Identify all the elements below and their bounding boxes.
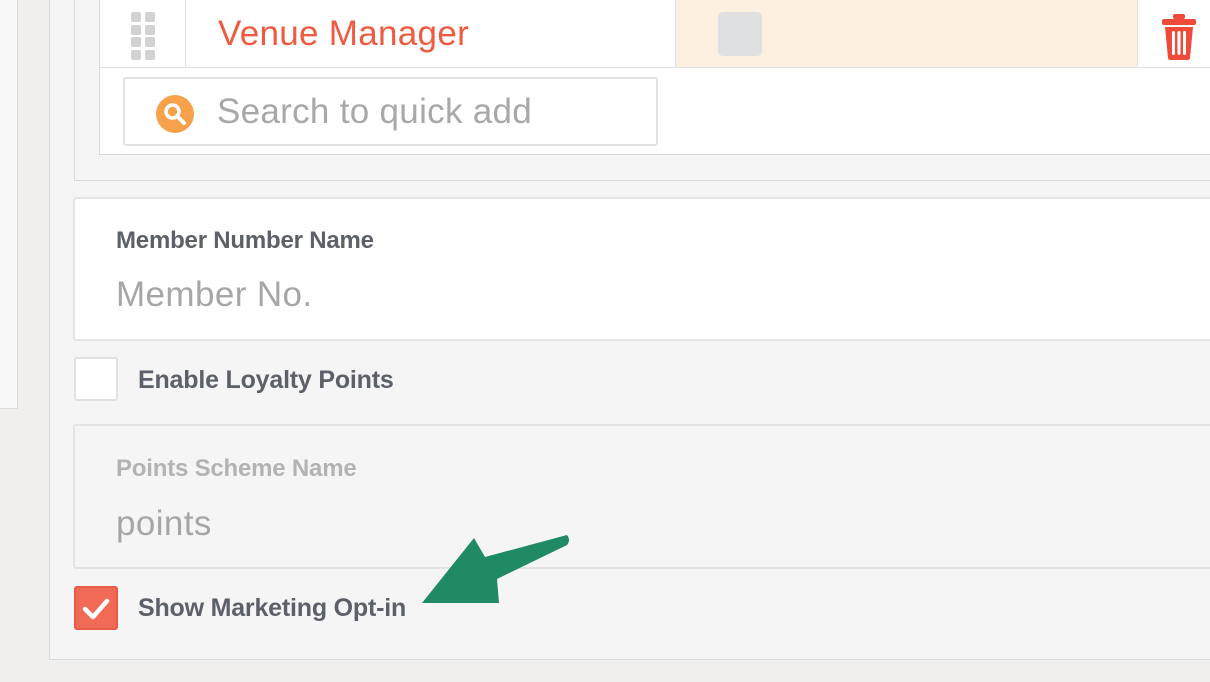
pointer-arrow-icon [422,535,569,603]
